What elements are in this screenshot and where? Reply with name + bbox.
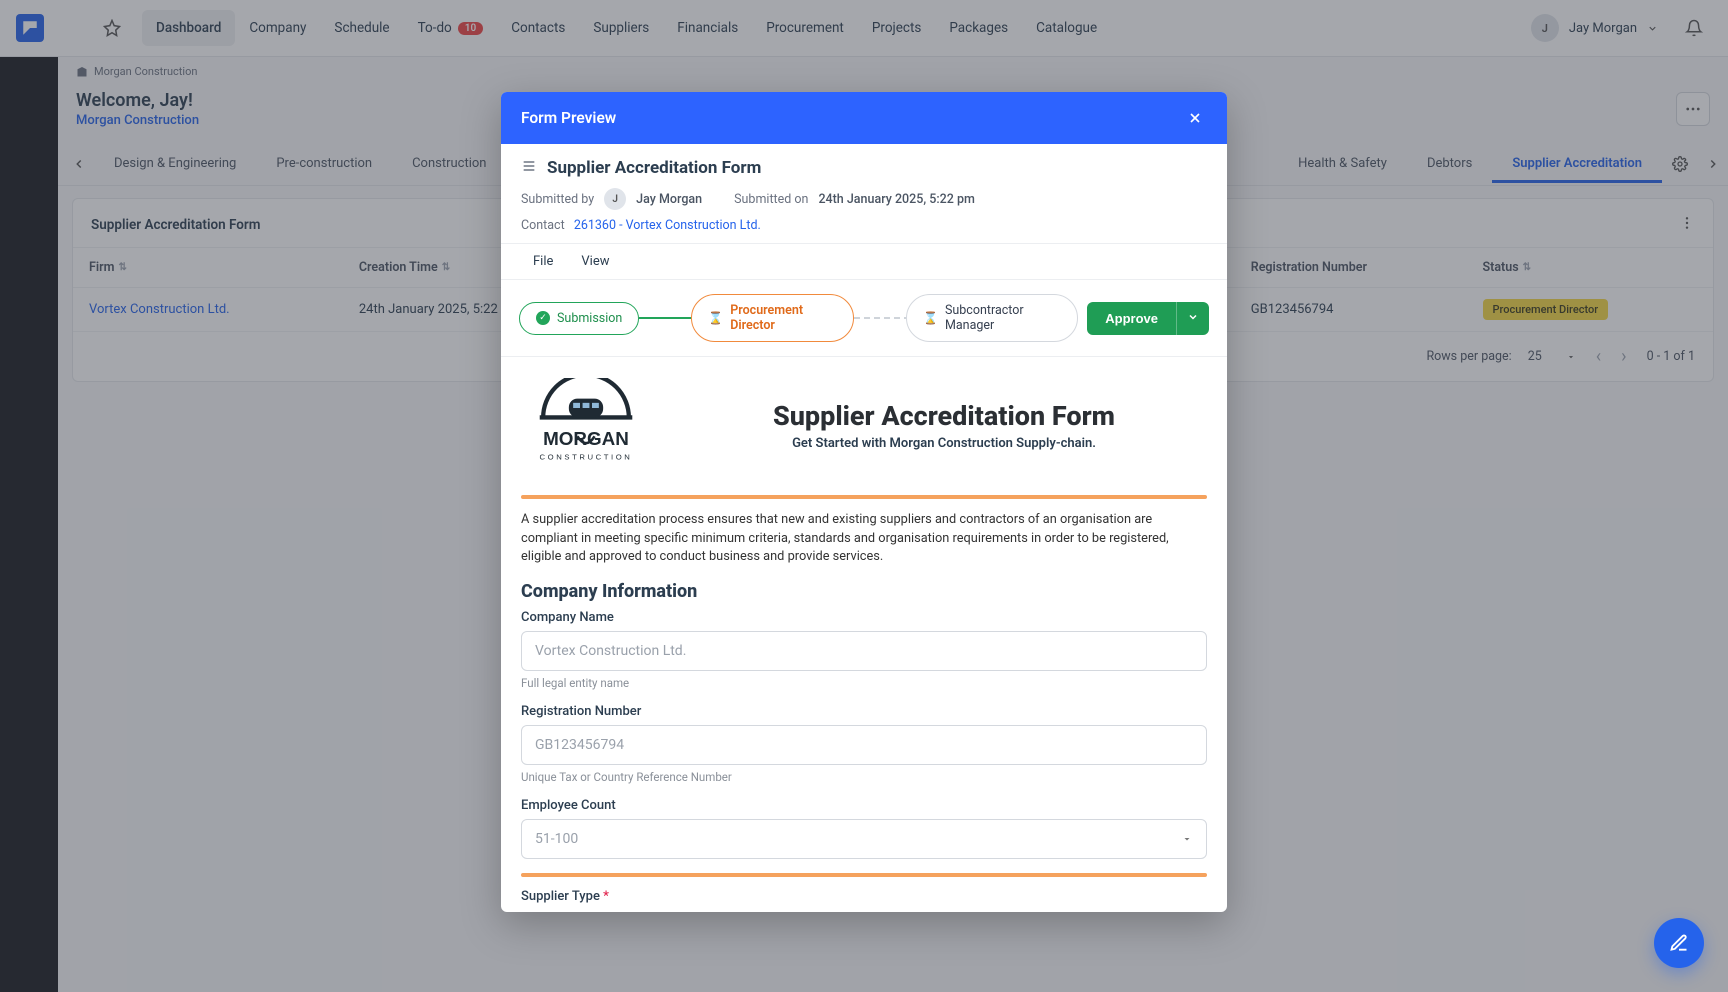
stage-submission[interactable]: ✓ Submission — [519, 302, 639, 335]
list-icon — [521, 158, 537, 178]
registration-number-help: Unique Tax or Country Reference Number — [521, 770, 1207, 784]
contact-link[interactable]: 261360 - Vortex Construction Ltd. — [574, 218, 761, 233]
hourglass-icon: ⌛ — [923, 311, 938, 325]
workflow-stages: ✓ Submission ⌛ Procurement Director ⌛ Su… — [501, 280, 1227, 357]
modal-tab-file[interactable]: File — [521, 244, 565, 279]
field-registration-number: Registration Number GB123456794 Unique T… — [521, 704, 1207, 784]
modal-header-title: Form Preview — [521, 109, 616, 127]
modal-overlay[interactable]: Form Preview Supplier Accreditation Form… — [0, 0, 1728, 992]
modal-close-button[interactable] — [1183, 106, 1207, 130]
check-icon: ✓ — [536, 311, 550, 325]
submitted-on-label: Submitted on — [734, 192, 808, 207]
contact-label: Contact — [521, 218, 565, 233]
company-logo: MORGAN CONSTRUCTION — [521, 373, 651, 477]
approve-group: Approve — [1087, 302, 1209, 335]
pencil-icon — [1669, 933, 1689, 953]
submitter-name: Jay Morgan — [636, 192, 702, 207]
chevron-down-icon — [1187, 311, 1199, 323]
form-hero: MORGAN CONSTRUCTION Supplier Accreditati… — [521, 367, 1207, 487]
field-company-name: Company Name Vortex Construction Ltd. Fu… — [521, 610, 1207, 690]
supplier-type-label: Supplier Type * — [521, 889, 1207, 904]
caret-down-icon — [1181, 833, 1193, 845]
stage-procurement-director[interactable]: ⌛ Procurement Director — [691, 294, 854, 342]
modal-form-body[interactable]: MORGAN CONSTRUCTION Supplier Accreditati… — [501, 357, 1227, 912]
registration-number-label: Registration Number — [521, 704, 1207, 719]
close-icon — [1187, 110, 1203, 126]
intro-text: A supplier accreditation process ensures… — [521, 511, 1207, 567]
stage-subcontractor-manager[interactable]: ⌛ Subcontractor Manager — [906, 294, 1078, 342]
submitted-on-value: 24th January 2025, 5:22 pm — [818, 192, 974, 207]
company-name-label: Company Name — [521, 610, 1207, 625]
modal-title: Supplier Accreditation Form — [547, 158, 761, 178]
form-hero-title: Supplier Accreditation Form — [681, 400, 1207, 432]
company-name-help: Full legal entity name — [521, 676, 1207, 690]
svg-text:CONSTRUCTION: CONSTRUCTION — [540, 452, 633, 461]
required-asterisk: * — [603, 889, 609, 904]
edit-fab[interactable] — [1654, 918, 1704, 968]
divider-bar — [521, 495, 1207, 499]
modal-tabs: File View — [501, 244, 1227, 280]
divider-bar — [521, 873, 1207, 877]
form-preview-modal: Form Preview Supplier Accreditation Form… — [501, 92, 1227, 912]
section-company-info: Company Information — [521, 581, 1207, 602]
submitted-by-label: Submitted by — [521, 192, 594, 207]
modal-header: Form Preview — [501, 92, 1227, 144]
hourglass-icon: ⌛ — [708, 311, 723, 325]
field-supplier-type: Supplier Type * — [521, 889, 1207, 904]
svg-text:MORGAN: MORGAN — [543, 428, 629, 449]
modal-subheader: Supplier Accreditation Form Submitted by… — [501, 144, 1227, 244]
approve-button[interactable]: Approve — [1087, 302, 1176, 335]
approve-dropdown[interactable] — [1176, 302, 1209, 335]
modal-tab-view[interactable]: View — [569, 244, 621, 279]
company-name-input[interactable]: Vortex Construction Ltd. — [521, 631, 1207, 671]
form-hero-subtitle: Get Started with Morgan Construction Sup… — [681, 436, 1207, 451]
field-employee-count: Employee Count 51-100 — [521, 798, 1207, 859]
registration-number-input[interactable]: GB123456794 — [521, 725, 1207, 765]
employee-count-select[interactable]: 51-100 — [521, 819, 1207, 859]
submitter-avatar: J — [604, 188, 626, 210]
employee-count-label: Employee Count — [521, 798, 1207, 813]
